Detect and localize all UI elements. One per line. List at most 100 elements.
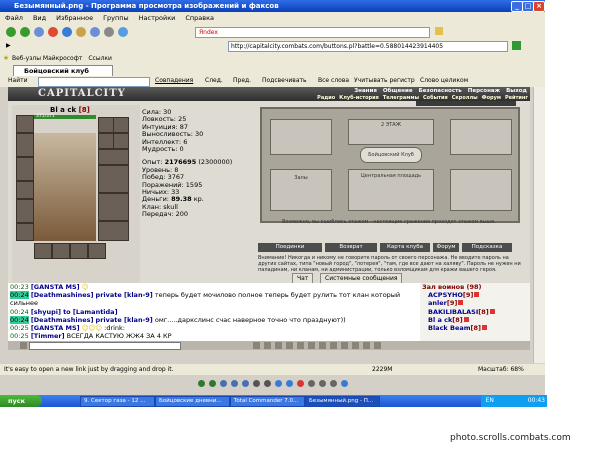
- amulet-slot[interactable]: [113, 117, 129, 133]
- nav-exit[interactable]: Выход: [503, 88, 530, 94]
- chat-input[interactable]: [29, 341, 181, 350]
- taskbar-item-1[interactable]: 9. Сектор газа - 12 ...: [80, 396, 155, 407]
- actual-size-icon[interactable]: [230, 379, 238, 387]
- taskbar-item-4[interactable]: Безымянный.png - П...: [305, 396, 380, 407]
- info-icon[interactable]: [474, 292, 480, 298]
- item-slot-1[interactable]: [52, 243, 70, 259]
- best-fit-icon[interactable]: [219, 379, 227, 387]
- gloves-slot[interactable]: [16, 199, 34, 223]
- menu-settings[interactable]: Настройки: [134, 12, 181, 24]
- menu-groups[interactable]: Группы: [98, 12, 134, 24]
- map-central-square[interactable]: Центральная площадь: [348, 169, 434, 211]
- earring-slot[interactable]: [98, 117, 114, 133]
- find-matches[interactable]: Совпадения: [155, 77, 193, 84]
- zoom-in-icon[interactable]: [252, 379, 260, 387]
- legs-slot[interactable]: [98, 193, 129, 221]
- back-icon[interactable]: [6, 27, 16, 37]
- copy-to-icon[interactable]: [318, 379, 326, 387]
- find-whole[interactable]: Слово целиком: [420, 77, 468, 84]
- search-input[interactable]: Яndex: [195, 27, 430, 38]
- close-program-icon[interactable]: [329, 379, 337, 387]
- home-icon[interactable]: [76, 27, 86, 37]
- prev-image-icon[interactable]: [197, 379, 205, 387]
- refresh-icon[interactable]: [62, 27, 72, 37]
- forum-button[interactable]: Форум: [433, 243, 459, 252]
- find-case[interactable]: Учитывать регистр: [354, 77, 415, 84]
- tool-icon-10[interactable]: [352, 342, 359, 349]
- menu-favorites[interactable]: Избранное: [51, 12, 98, 24]
- nav-events[interactable]: События: [421, 95, 450, 101]
- belt-slot[interactable]: [16, 181, 34, 199]
- menu-view[interactable]: Вид: [28, 12, 51, 24]
- info-icon[interactable]: [458, 300, 464, 306]
- address-input[interactable]: http://capitalcity.combats.com/buttons.p…: [228, 41, 508, 52]
- find-prev[interactable]: Пред.: [233, 77, 251, 84]
- club-map-button[interactable]: Карта клуба: [380, 243, 430, 252]
- nav-club-history[interactable]: Клуб-история: [337, 95, 381, 101]
- find-highlight[interactable]: Подсвечивать: [262, 77, 307, 84]
- forward-icon[interactable]: [20, 27, 30, 37]
- zoom-out-icon[interactable]: [263, 379, 271, 387]
- tool-icon-5[interactable]: [297, 342, 304, 349]
- info-icon[interactable]: [482, 325, 487, 331]
- tool-icon-1[interactable]: [253, 342, 260, 349]
- weapon-slot[interactable]: [16, 133, 34, 157]
- map-room-2[interactable]: [450, 119, 512, 155]
- search-go-icon[interactable]: [435, 27, 443, 35]
- spell-slots[interactable]: [98, 149, 129, 165]
- pet-slot[interactable]: [34, 243, 52, 259]
- delete-icon[interactable]: [296, 379, 304, 387]
- nav-radio[interactable]: Радио: [315, 95, 337, 101]
- ring1-slot[interactable]: [98, 133, 114, 149]
- print-icon[interactable]: [118, 27, 128, 37]
- history-icon[interactable]: [90, 27, 100, 37]
- tool-icon-2[interactable]: [264, 342, 271, 349]
- helmet-slot[interactable]: [16, 115, 34, 133]
- nav-character[interactable]: Персонаж: [465, 88, 503, 94]
- nav-forum[interactable]: Форум: [480, 95, 503, 101]
- find-input[interactable]: [38, 77, 150, 87]
- help-icon[interactable]: [340, 379, 348, 387]
- hint-button[interactable]: Подсказка: [462, 243, 512, 252]
- duels-button[interactable]: Поединки: [258, 243, 322, 252]
- tool-icon-4[interactable]: [286, 342, 293, 349]
- map-room-3[interactable]: [450, 169, 512, 211]
- language-indicator[interactable]: EN: [486, 397, 494, 404]
- close-button[interactable]: ×: [533, 1, 545, 12]
- armor-slot[interactable]: [16, 157, 34, 181]
- menu-help[interactable]: Справка: [180, 12, 219, 24]
- item-slot-3[interactable]: [88, 243, 106, 259]
- rotate-cw-icon[interactable]: [274, 379, 282, 387]
- character-name[interactable]: Bl a ck: [50, 106, 76, 114]
- nav-security[interactable]: Безопасность: [416, 88, 465, 94]
- boots-slot[interactable]: [98, 221, 129, 241]
- find-next[interactable]: След.: [205, 77, 223, 84]
- tab-fighting-club[interactable]: Бойцовский клуб: [13, 65, 113, 76]
- vertical-scrollbar[interactable]: [533, 87, 545, 363]
- tool-icon-9[interactable]: [341, 342, 348, 349]
- find-all-words[interactable]: Все слова: [318, 77, 349, 84]
- return-button[interactable]: Возврат: [325, 243, 377, 252]
- map-floor-2[interactable]: 2 ЭТАЖ: [348, 119, 434, 145]
- item-slot-2[interactable]: [70, 243, 88, 259]
- ring2-slot[interactable]: [113, 133, 129, 149]
- map-fighting-club[interactable]: Бойцовский Клуб: [360, 147, 422, 163]
- slideshow-icon[interactable]: [241, 379, 249, 387]
- start-button[interactable]: пуск: [0, 395, 42, 407]
- nav-scrolls[interactable]: Скроллы: [450, 95, 480, 101]
- print-icon[interactable]: [307, 379, 315, 387]
- tool-icon-3[interactable]: [275, 342, 282, 349]
- mail-icon[interactable]: [104, 27, 114, 37]
- map-room-1[interactable]: [270, 119, 332, 155]
- nav-telegrams[interactable]: Телеграммы: [381, 95, 421, 101]
- stop-icon[interactable]: [48, 27, 58, 37]
- rotate-ccw-icon[interactable]: [285, 379, 293, 387]
- tool-icon-11[interactable]: [363, 342, 370, 349]
- tool-icon-12[interactable]: [374, 342, 381, 349]
- taskbar-item-3[interactable]: Total Commander 7.0...: [230, 396, 305, 407]
- nav-knowledge[interactable]: Знания: [351, 88, 380, 94]
- star-icon[interactable]: [34, 27, 44, 37]
- menu-file[interactable]: Файл: [0, 12, 28, 24]
- links-item-links[interactable]: Ссылки: [88, 55, 112, 62]
- next-image-icon[interactable]: [208, 379, 216, 387]
